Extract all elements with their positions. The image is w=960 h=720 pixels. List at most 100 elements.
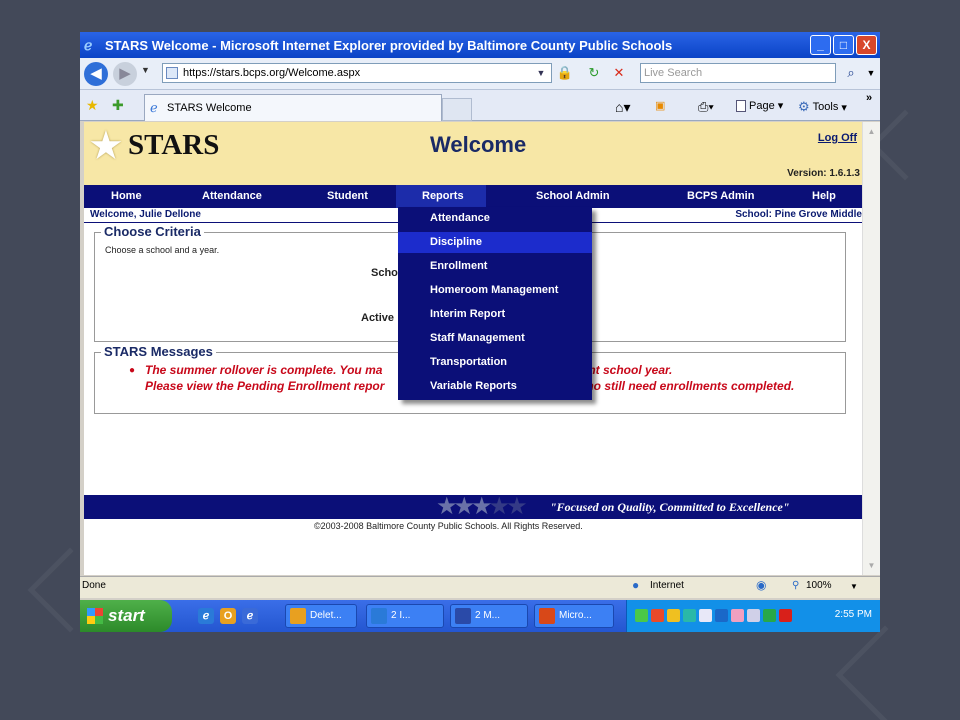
maximize-button[interactable]: □ — [833, 35, 854, 55]
ie-tab-icon: ℯ — [150, 100, 158, 115]
taskbar-item-ie[interactable]: 2 I... — [366, 604, 444, 628]
welcome-user: Welcome, Julie Dellone — [90, 209, 201, 220]
version-label: Version: 1.6.1.3 — [787, 168, 860, 179]
dropdown-item-transportation[interactable]: Transportation — [398, 352, 592, 373]
search-options-icon[interactable]: ▼ — [862, 64, 880, 82]
powerpoint-icon — [539, 608, 555, 624]
tab-title: STARS Welcome — [167, 102, 252, 114]
tray-icon[interactable] — [763, 609, 776, 622]
minimize-button[interactable]: _ — [810, 35, 831, 55]
window-titlebar[interactable]: ℯ STARS Welcome - Microsoft Internet Exp… — [80, 32, 880, 58]
tray-icon[interactable] — [699, 609, 712, 622]
back-button[interactable]: ◀ — [84, 62, 108, 86]
logoff-link[interactable]: Log Off — [818, 132, 857, 144]
start-button[interactable]: start — [80, 600, 172, 632]
task-label: 2 I... — [391, 610, 411, 621]
message-line2-left: Please view the Pending Enrollment repor — [145, 379, 385, 393]
dropdown-item-interim-report[interactable]: Interim Report — [398, 304, 592, 325]
system-tray: 2:55 PM — [626, 600, 880, 632]
address-dropdown-icon[interactable]: ▼ — [532, 64, 550, 82]
scroll-up-icon[interactable]: ▲ — [864, 124, 879, 139]
history-dropdown-icon[interactable]: ▼ — [141, 65, 150, 75]
status-text: Done — [82, 580, 106, 591]
add-favorite-icon[interactable]: ✚ — [112, 97, 124, 114]
menu-bcps-admin[interactable]: BCPS Admin — [687, 185, 754, 208]
dropdown-item-variable-reports[interactable]: Variable Reports — [398, 376, 592, 397]
search-icon[interactable]: ⌕ — [840, 63, 862, 83]
school-name: School: Pine Grove Middle — [735, 209, 862, 220]
stars-logo: STARS — [128, 129, 220, 161]
menu-help[interactable]: Help — [812, 185, 836, 208]
dropdown-item-enrollment[interactable]: Enrollment — [398, 256, 592, 277]
address-url: https://stars.bcps.org/Welcome.aspx — [183, 67, 361, 79]
messages-legend: STARS Messages — [101, 344, 216, 359]
menu-attendance[interactable]: Attendance — [202, 185, 262, 208]
menu-reports[interactable]: Reports — [396, 185, 486, 208]
school-label: Scho — [371, 267, 398, 279]
tray-icon[interactable] — [779, 609, 792, 622]
window-title: STARS Welcome - Microsoft Internet Explo… — [105, 37, 673, 53]
scroll-down-icon[interactable]: ▼ — [864, 558, 879, 573]
protected-mode-icon[interactable]: ◉ — [756, 578, 766, 592]
background-arrow-decoration — [835, 625, 935, 720]
dropdown-item-staff-management[interactable]: Staff Management — [398, 328, 592, 349]
favorites-star-icon[interactable]: ★ — [86, 97, 99, 114]
slogan: "Focused on Quality, Committed to Excell… — [550, 500, 790, 514]
tab-stars-welcome[interactable]: ℯ STARS Welcome — [144, 94, 442, 121]
dropdown-item-attendance[interactable]: Attendance — [398, 208, 592, 229]
tray-icon[interactable] — [635, 609, 648, 622]
word-icon — [455, 608, 471, 624]
vertical-scrollbar[interactable]: ▲ ▼ — [862, 122, 880, 575]
taskbar-item-word[interactable]: 2 M... — [450, 604, 528, 628]
menu-home[interactable]: Home — [111, 185, 142, 208]
active-label: Active — [361, 312, 395, 324]
gear-icon: ⚙ — [798, 99, 810, 114]
globe-icon: ● — [632, 578, 640, 592]
page-menu[interactable]: Page ▾ — [736, 99, 783, 112]
zoom-icon[interactable]: ⚲ — [792, 580, 799, 591]
start-label: start — [108, 606, 145, 625]
ie-quicklaunch-icon[interactable]: ℯ — [198, 608, 214, 624]
dropdown-item-discipline[interactable]: Discipline — [398, 232, 592, 253]
outlook-quicklaunch-icon[interactable]: O — [220, 608, 236, 624]
tools-menu[interactable]: ⚙ Tools ▾ — [798, 99, 847, 115]
tray-icon[interactable] — [651, 609, 664, 622]
task-label: Delet... — [310, 610, 342, 621]
clock: 2:55 PM — [834, 609, 872, 620]
stars-header: ★ STARS Welcome Log Off Version: 1.6.1.3 — [84, 122, 862, 185]
criteria-help-text: Choose a school and a year. — [105, 245, 220, 255]
background-arrow-decoration — [869, 109, 941, 181]
tray-icon[interactable] — [683, 609, 696, 622]
feeds-icon[interactable]: ▣ — [655, 99, 665, 112]
address-input[interactable]: https://stars.bcps.org/Welcome.aspx — [162, 63, 552, 83]
menu-school-admin[interactable]: School Admin — [536, 185, 610, 208]
tray-icon[interactable] — [731, 609, 744, 622]
refresh-icon[interactable]: ↻ — [585, 64, 603, 82]
taskbar-item-powerpoint[interactable]: Micro... — [534, 604, 614, 628]
browser-quicklaunch-icon[interactable]: ℯ — [242, 608, 258, 624]
home-icon[interactable]: ⌂▾ — [615, 99, 630, 116]
new-tab-button[interactable] — [442, 98, 472, 121]
more-chevron-icon[interactable]: » — [866, 92, 872, 104]
tray-icon[interactable] — [715, 609, 728, 622]
copyright: ©2003-2008 Baltimore County Public Schoo… — [314, 521, 583, 531]
reports-dropdown: Attendance Discipline Enrollment Homeroo… — [398, 207, 592, 400]
menu-student[interactable]: Student — [327, 185, 368, 208]
task-label: Micro... — [559, 610, 592, 621]
tray-icon[interactable] — [747, 609, 760, 622]
print-icon[interactable]: ⎙▾ — [698, 99, 714, 115]
close-button[interactable]: X — [856, 35, 877, 55]
message-line1-left: The summer rollover is complete. You ma — [145, 363, 383, 377]
stop-icon[interactable]: ✕ — [610, 64, 628, 82]
dropdown-item-homeroom-management[interactable]: Homeroom Management — [398, 280, 592, 301]
zoom-level[interactable]: 100% — [806, 580, 832, 591]
main-menu: Home Attendance Student Reports School A… — [84, 185, 862, 208]
address-toolbar: ◀ ▶ ▼ https://stars.bcps.org/Welcome.asp… — [80, 58, 880, 90]
search-input[interactable]: Live Search — [640, 63, 836, 83]
lock-icon[interactable]: 🔒 — [556, 64, 574, 82]
forward-button[interactable]: ▶ — [113, 62, 137, 86]
taskbar-item-delete[interactable]: Delet... — [285, 604, 357, 628]
tray-icon[interactable] — [667, 609, 680, 622]
zoom-dropdown-icon[interactable]: ▼ — [850, 582, 858, 591]
message-line2-right: who still need enrollments completed. — [577, 379, 795, 393]
